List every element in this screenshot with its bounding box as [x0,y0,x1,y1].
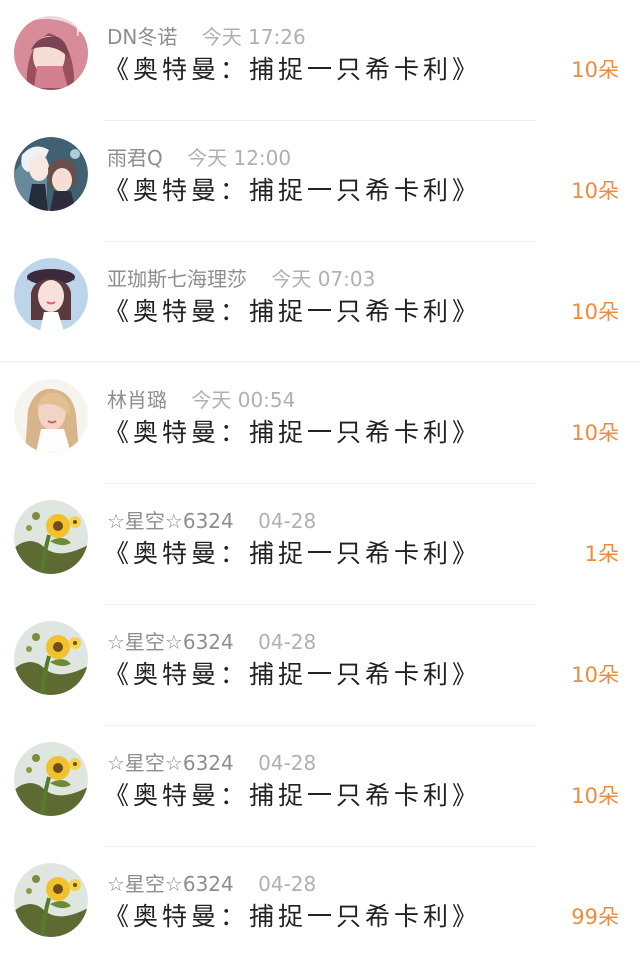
flower-amount: 99朵 [571,905,619,929]
username[interactable]: ☆星空☆6324 [107,509,234,533]
flower-amount: 10朵 [571,663,619,687]
sunflower-avatar[interactable] [14,621,88,695]
flower-amount: 1朵 [584,542,619,566]
flower-amount: 10朵 [571,58,619,82]
message-meta: DN冬诺 今天 17:26 [107,22,306,52]
gift-title: 《奥特曼：捕捉一只希卡利》 [104,418,482,447]
sunflower-avatar[interactable] [14,863,88,937]
sunflower-avatar[interactable] [14,500,88,574]
gift-record-row[interactable]: ☆星空☆6324 04-28 《奥特曼：捕捉一只希卡利》 10朵 [0,605,640,726]
svg-text:F: F [76,25,83,39]
gift-title: 《奥特曼：捕捉一只希卡利》 [104,176,482,205]
username[interactable]: 亚珈斯七海理莎 [107,267,247,291]
blonde-woman-avatar[interactable] [14,379,88,453]
timestamp: 04-28 [258,509,317,533]
gift-title: 《奥特曼：捕捉一只希卡利》 [104,781,482,810]
sunflower-avatar[interactable] [14,742,88,816]
flower-amount: 10朵 [571,300,619,324]
message-meta: ☆星空☆6324 04-28 [107,506,316,536]
anime-characters-avatar[interactable] [14,137,88,211]
message-meta: ☆星空☆6324 04-28 [107,869,316,899]
flower-amount: 10朵 [571,179,619,203]
timestamp: 今天 17:26 [201,25,306,49]
username[interactable]: DN冬诺 [107,25,177,49]
flower-amount: 10朵 [571,784,619,808]
timestamp: 今天 07:03 [271,267,376,291]
message-meta: ☆星空☆6324 04-28 [107,748,316,778]
message-meta: 亚珈斯七海理莎 今天 07:03 [107,264,375,294]
timestamp: 今天 12:00 [187,146,292,170]
gift-title: 《奥特曼：捕捉一只希卡利》 [104,55,482,84]
gift-title: 《奥特曼：捕捉一只希卡利》 [104,902,482,931]
message-meta: 林肖璐 今天 00:54 [107,385,295,415]
username[interactable]: 雨君Q [107,146,163,170]
username[interactable]: ☆星空☆6324 [107,751,234,775]
message-meta: 雨君Q 今天 12:00 [107,143,291,173]
timestamp: 04-28 [258,872,317,896]
gift-record-row[interactable]: ☆星空☆6324 04-28 《奥特曼：捕捉一只希卡利》 1朵 [0,484,640,605]
gift-record-row[interactable]: ☆星空☆6324 04-28 《奥特曼：捕捉一只希卡利》 10朵 [0,726,640,847]
timestamp: 今天 00:54 [191,388,296,412]
gift-title: 《奥特曼：捕捉一只希卡利》 [104,297,482,326]
gift-record-row[interactable]: F DN冬诺 今天 17:26 《奥特曼：捕捉一只希卡利》 10朵 [0,0,640,121]
gift-title: 《奥特曼：捕捉一只希卡利》 [104,539,482,568]
message-meta: ☆星空☆6324 04-28 [107,627,316,657]
timestamp: 04-28 [258,630,317,654]
red-hood-girl-avatar[interactable]: F [14,16,88,90]
gift-record-row[interactable]: ☆星空☆6324 04-28 《奥特曼：捕捉一只希卡利》 99朵 [0,847,640,961]
timestamp: 04-28 [258,751,317,775]
gift-record-row[interactable]: 雨君Q 今天 12:00 《奥特曼：捕捉一只希卡利》 10朵 [0,121,640,242]
username[interactable]: ☆星空☆6324 [107,872,234,896]
gift-title: 《奥特曼：捕捉一只希卡利》 [104,660,482,689]
gift-record-row[interactable]: 林肖璐 今天 00:54 《奥特曼：捕捉一只希卡利》 10朵 [0,363,640,484]
gift-record-row[interactable]: 亚珈斯七海理莎 今天 07:03 《奥特曼：捕捉一只希卡利》 10朵 [0,242,640,363]
username[interactable]: ☆星空☆6324 [107,630,234,654]
beret-girl-avatar[interactable] [14,258,88,332]
flower-amount: 10朵 [571,421,619,445]
gift-record-list: F DN冬诺 今天 17:26 《奥特曼：捕捉一只希卡利》 10朵 雨君Q 今天… [0,0,640,961]
username[interactable]: 林肖璐 [107,388,167,412]
